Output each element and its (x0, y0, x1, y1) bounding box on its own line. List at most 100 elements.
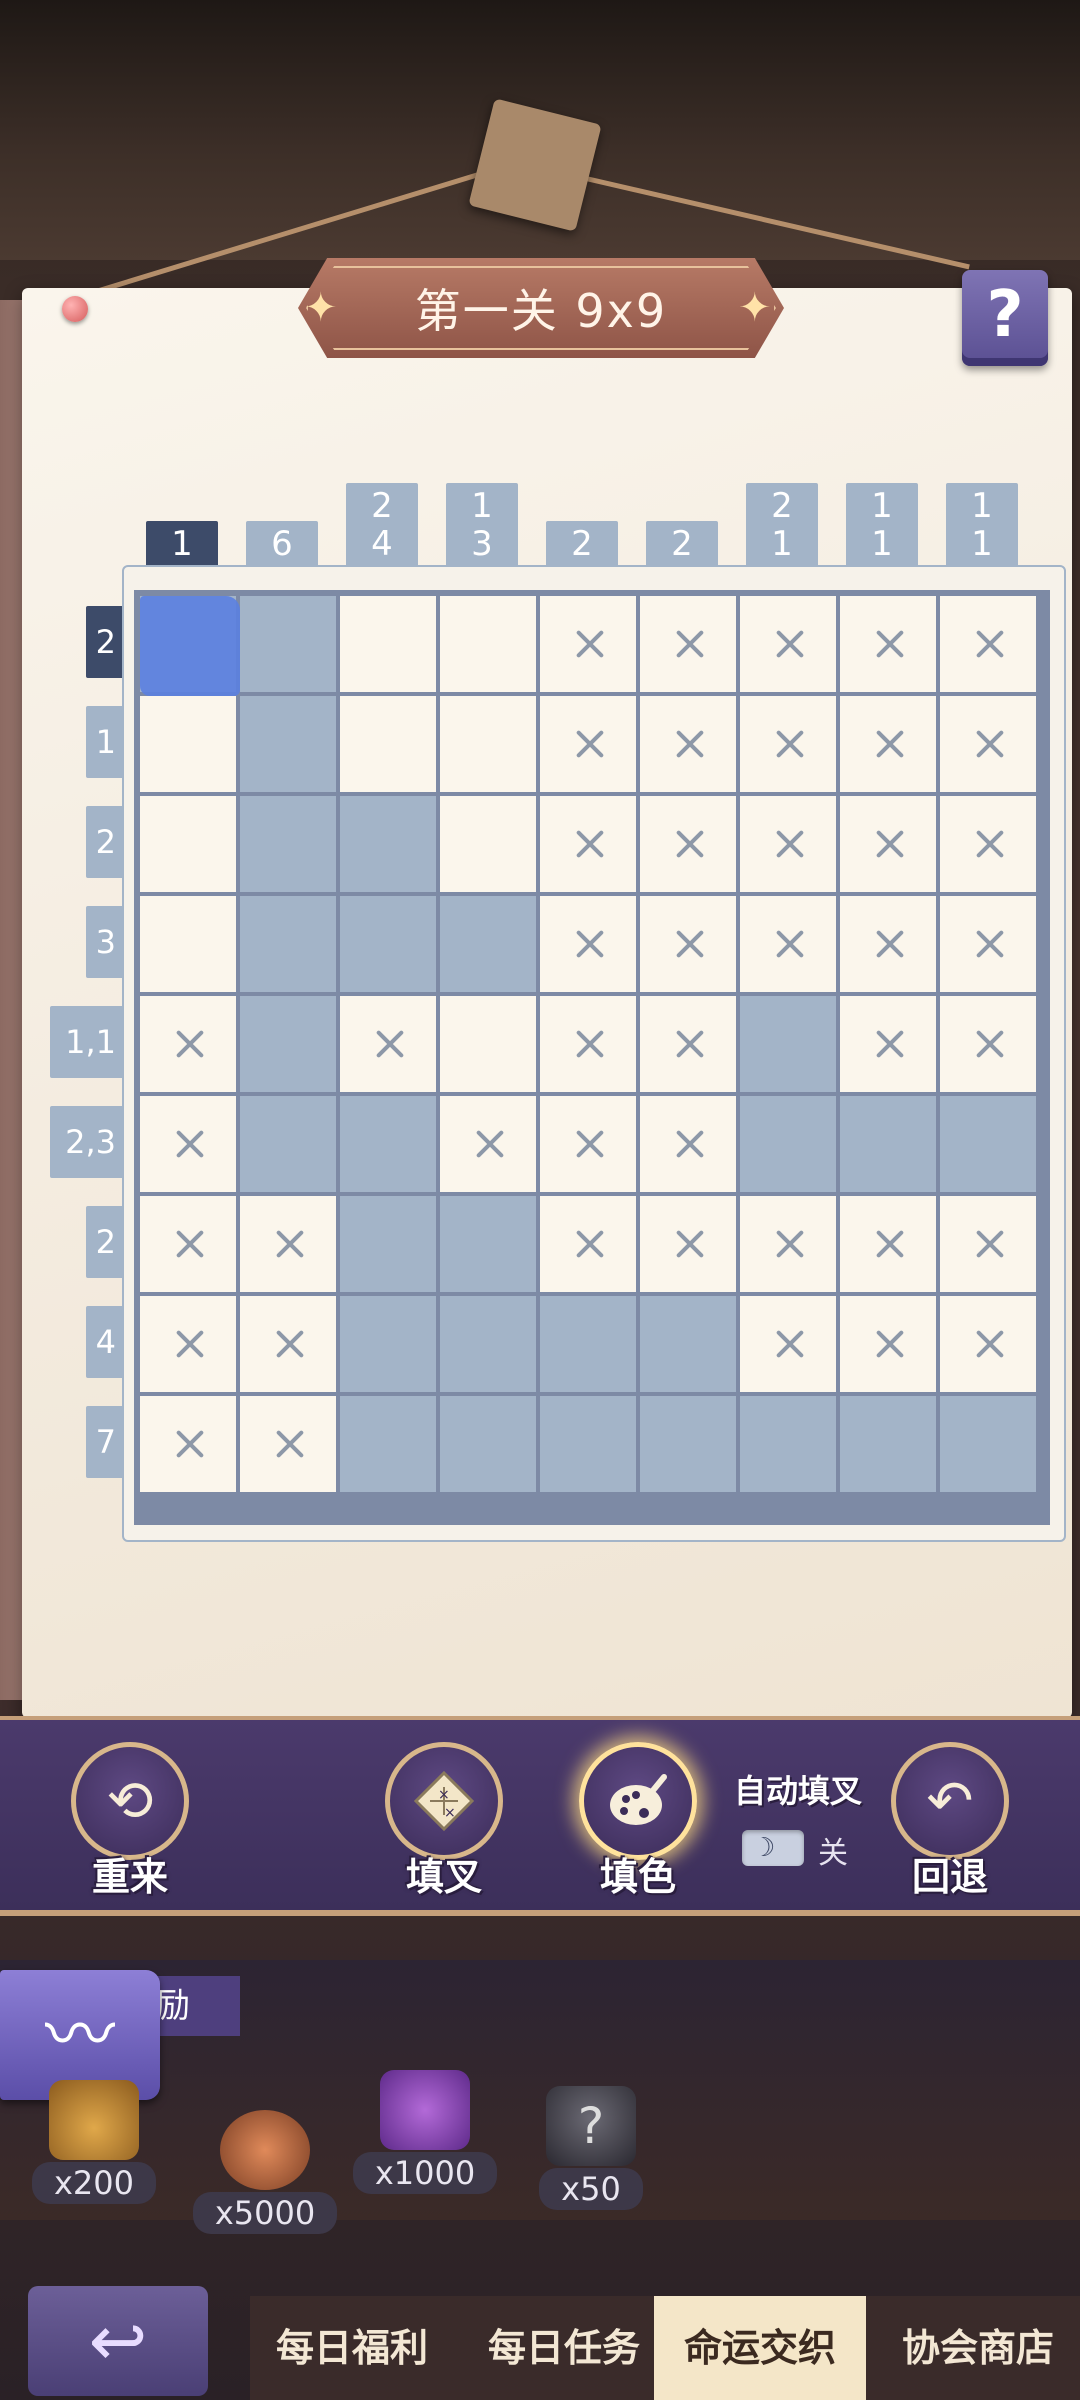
grid-cell-crossed[interactable] (840, 1196, 936, 1292)
grid-cell-filled[interactable] (540, 1296, 636, 1392)
grid-cell-crossed[interactable] (840, 1296, 936, 1392)
grid-cell-filled[interactable] (440, 1196, 536, 1292)
grid-cell-crossed[interactable] (740, 796, 836, 892)
grid-cell-crossed[interactable] (140, 996, 236, 1092)
grid-cell-crossed[interactable] (640, 996, 736, 1092)
grid-cell-crossed[interactable] (940, 896, 1036, 992)
grid-cell-crossed[interactable] (140, 1096, 236, 1192)
grid-cell-filled[interactable] (240, 996, 336, 1092)
grid-cell-crossed[interactable] (240, 1196, 336, 1292)
grid-cell-crossed[interactable] (140, 1296, 236, 1392)
grid-cell-empty[interactable] (140, 696, 236, 792)
grid-cell-crossed[interactable] (740, 896, 836, 992)
grid-cell-filled[interactable] (340, 1396, 436, 1492)
grid-cell-empty[interactable] (440, 696, 536, 792)
grid-cell-crossed[interactable] (840, 596, 936, 692)
restart-button[interactable]: ⟲ 重来 (66, 1742, 194, 1901)
grid-cell-crossed[interactable] (740, 696, 836, 792)
grid-cell-empty[interactable] (440, 596, 536, 692)
grid-cell-filled[interactable] (240, 896, 336, 992)
tab-guild-shop[interactable]: 协会商店 (876, 2296, 1080, 2400)
mark-x-button[interactable]: × × 填叉 (380, 1742, 508, 1901)
grid-cell-crossed[interactable] (540, 796, 636, 892)
grid-cell-crossed[interactable] (540, 596, 636, 692)
grid-cell-empty[interactable] (440, 996, 536, 1092)
mark-x-icon: × × (385, 1742, 503, 1860)
column-clue: 21 (746, 483, 818, 565)
grid-cell-empty[interactable] (340, 596, 436, 692)
column-clue-number: 1 (871, 486, 893, 526)
grid-cell-filled[interactable] (440, 896, 536, 992)
grid-cell-crossed[interactable] (640, 696, 736, 792)
grid-cell-filled[interactable] (640, 1296, 736, 1392)
grid-cell-filled[interactable] (940, 1396, 1036, 1492)
tab-daily-tasks[interactable]: 每日任务 (462, 2296, 666, 2400)
grid-cell-filled[interactable] (340, 1296, 436, 1392)
grid-cell-crossed[interactable] (540, 896, 636, 992)
grid-cell-crossed[interactable] (940, 996, 1036, 1092)
undo-button[interactable]: ↶ 回退 (886, 1742, 1014, 1901)
row-clue: 4 (86, 1306, 126, 1378)
grid-cell-crossed[interactable] (640, 596, 736, 692)
grid-cell-crossed[interactable] (240, 1396, 336, 1492)
grid-cell-empty[interactable] (140, 896, 236, 992)
grid-cell-crossed[interactable] (840, 996, 936, 1092)
grid-cell-filled[interactable] (840, 1396, 936, 1492)
grid-cell-crossed[interactable] (940, 796, 1036, 892)
grid-cell-filled[interactable] (240, 696, 336, 792)
grid-cell-crossed[interactable] (840, 696, 936, 792)
grid-cell-filled[interactable] (340, 896, 436, 992)
grid-cell-filled[interactable] (240, 796, 336, 892)
grid-cell-empty[interactable] (440, 796, 536, 892)
grid-cell-crossed[interactable] (440, 1096, 536, 1192)
tab-fate-intertwined[interactable]: 命运交织 (654, 2296, 866, 2400)
grid-cell-filled[interactable] (840, 1096, 936, 1192)
grid-cell-crossed[interactable] (540, 1096, 636, 1192)
grid-cell-crossed[interactable] (940, 596, 1036, 692)
fill-button[interactable]: 填色 (574, 1742, 702, 1901)
grid-cell-filled[interactable] (340, 1196, 436, 1292)
grid-cell-filled[interactable] (940, 1096, 1036, 1192)
grid-cell-empty[interactable] (340, 696, 436, 792)
grid-cell-crossed[interactable] (340, 996, 436, 1092)
grid-cell-filled[interactable] (740, 996, 836, 1092)
grid-cell-filled[interactable] (740, 1396, 836, 1492)
grid-cell-filled[interactable] (240, 596, 336, 692)
grid-cell-filled[interactable] (240, 1096, 336, 1192)
grid-cell-crossed[interactable] (640, 796, 736, 892)
grid-cell-filled[interactable] (640, 1396, 736, 1492)
grid-cell-crossed[interactable] (140, 1396, 236, 1492)
grid-cell-crossed[interactable] (740, 1196, 836, 1292)
grid-cell-crossed[interactable] (840, 796, 936, 892)
grid-cell-crossed[interactable] (540, 1196, 636, 1292)
back-button[interactable]: ↩ (28, 2286, 208, 2396)
grid-cell-filled[interactable] (740, 1096, 836, 1192)
grid-cell-empty[interactable] (140, 796, 236, 892)
rewards-title: 励 (150, 1976, 240, 2036)
grid-cell-crossed[interactable] (240, 1296, 336, 1392)
row-clue: 1,1 (50, 1006, 126, 1078)
grid-cell-crossed[interactable] (140, 1196, 236, 1292)
grid-cell-crossed[interactable] (940, 1296, 1036, 1392)
grid-cell-filled[interactable] (340, 1096, 436, 1192)
help-button[interactable]: ? (962, 270, 1048, 366)
grid-cell-crossed[interactable] (740, 1296, 836, 1392)
level-title: 第一关 9x9 (414, 284, 668, 338)
tab-daily-welfare[interactable]: 每日福利 (250, 2296, 454, 2400)
grid-cell-crossed[interactable] (640, 896, 736, 992)
grid-cell-crossed[interactable] (640, 1196, 736, 1292)
grid-cell-crossed[interactable] (540, 696, 636, 792)
grid-cell-crossed[interactable] (840, 896, 936, 992)
grid-cell-crossed[interactable] (740, 596, 836, 692)
grid-cell-crossed[interactable] (640, 1096, 736, 1192)
grid-cell-filled[interactable] (440, 1396, 536, 1492)
grid-cell-crossed[interactable] (940, 696, 1036, 792)
auto-x-toggle[interactable]: ☽ (742, 1830, 804, 1866)
undo-icon: ↶ (891, 1742, 1009, 1860)
grid-cell-crossed[interactable] (540, 996, 636, 1092)
nonogram-board[interactable] (134, 590, 1050, 1525)
grid-cell-crossed[interactable] (940, 1196, 1036, 1292)
grid-cell-filled[interactable] (440, 1296, 536, 1392)
grid-cell-filled[interactable] (340, 796, 436, 892)
grid-cell-filled[interactable] (540, 1396, 636, 1492)
